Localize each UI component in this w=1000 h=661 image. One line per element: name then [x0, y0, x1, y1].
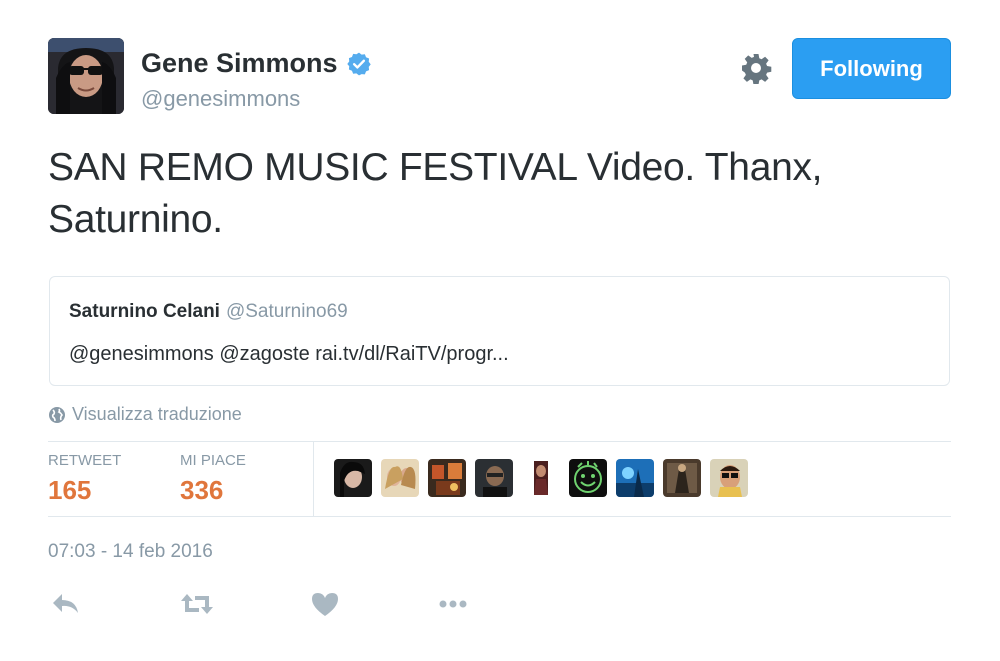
quoted-tweet-author: Saturnino Celani @Saturnino69	[69, 301, 348, 323]
retweet-stat[interactable]: RETWEET 165	[48, 452, 121, 506]
liker-avatar[interactable]	[569, 459, 607, 497]
gear-icon[interactable]	[740, 52, 772, 85]
likes-stat-label: MI PIACE	[180, 452, 246, 469]
divider	[313, 441, 314, 516]
liker-avatar[interactable]	[663, 459, 701, 497]
liker-avatar[interactable]	[710, 459, 748, 497]
liker-avatar[interactable]	[475, 459, 513, 497]
likers-avatars	[334, 459, 748, 497]
following-button[interactable]: Following	[792, 38, 951, 99]
heart-icon[interactable]	[309, 590, 341, 618]
tweet-text: SAN REMO MUSIC FESTIVAL Video. Thanx, Sa…	[48, 146, 823, 241]
display-name-text: Gene Simmons	[141, 48, 338, 78]
liker-avatar[interactable]	[381, 459, 419, 497]
author-avatar[interactable]	[48, 38, 124, 114]
quoted-tweet-card[interactable]: Saturnino Celani @Saturnino69 @genesimmon…	[49, 276, 950, 386]
quoted-author-handle: @Saturnino69	[225, 301, 348, 322]
liker-avatar[interactable]	[616, 459, 654, 497]
liker-avatar[interactable]	[428, 459, 466, 497]
verified-badge-icon	[346, 51, 372, 77]
more-icon[interactable]	[437, 590, 469, 618]
divider	[48, 516, 951, 517]
liker-avatar[interactable]	[334, 459, 372, 497]
likes-count: 336	[180, 475, 224, 505]
translate-label: Visualizza traduzione	[72, 404, 242, 424]
translate-link[interactable]: Visualizza traduzione	[48, 404, 242, 425]
liker-avatar[interactable]	[522, 459, 560, 497]
retweet-count: 165	[48, 475, 92, 505]
tweet-timestamp[interactable]: 07:03 - 14 feb 2016	[48, 541, 213, 563]
likes-stat[interactable]: MI PIACE 336	[180, 452, 246, 506]
reply-icon[interactable]	[50, 590, 82, 618]
author-screen-name[interactable]: @genesimmons	[141, 86, 300, 112]
retweet-icon[interactable]	[179, 590, 215, 618]
quoted-author-name: Saturnino Celani	[69, 301, 220, 322]
globe-icon	[48, 406, 66, 424]
retweet-stat-label: RETWEET	[48, 452, 122, 469]
author-display-name[interactable]: Gene Simmons	[141, 48, 372, 79]
quoted-tweet-text: @genesimmons @zagoste rai.tv/dl/RaiTV/pr…	[69, 343, 509, 365]
divider	[48, 441, 951, 442]
